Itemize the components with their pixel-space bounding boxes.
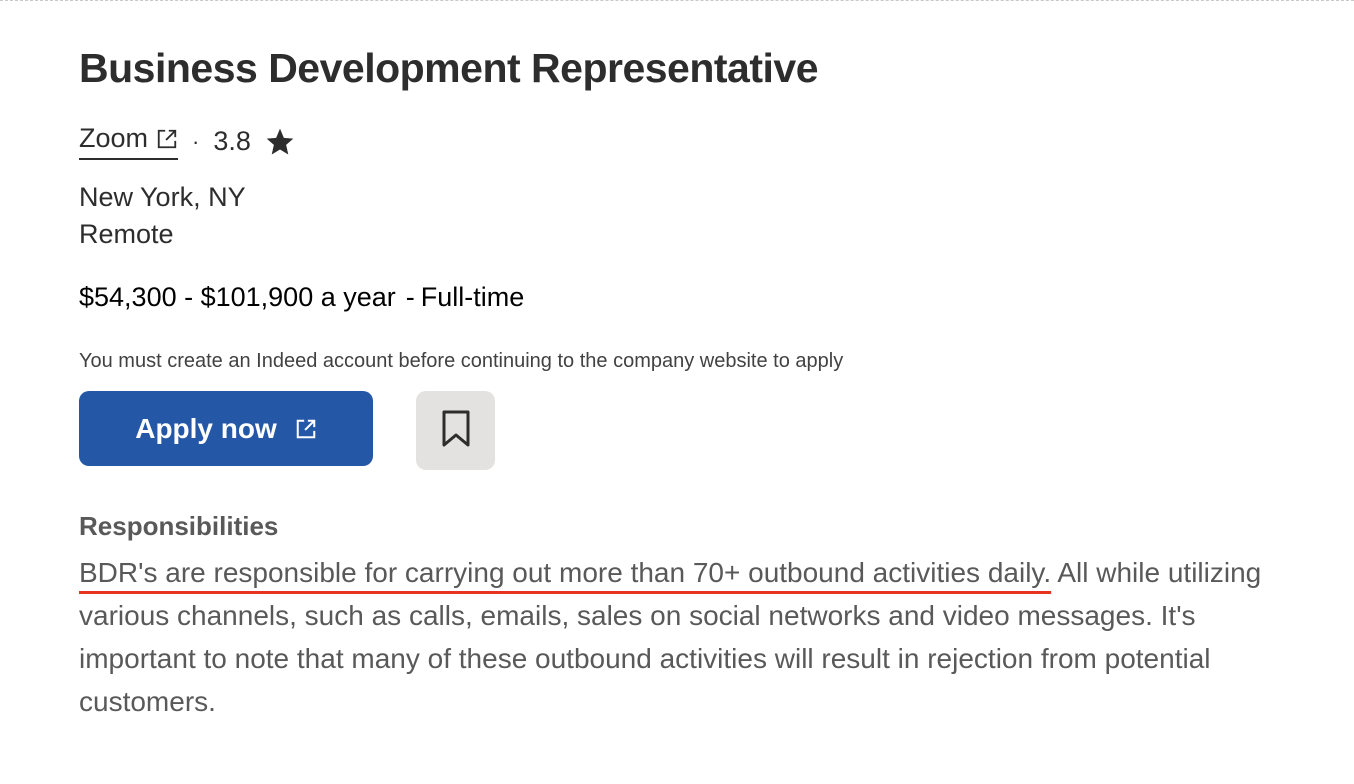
- work-type: Remote: [79, 219, 174, 249]
- highlighted-sentence: BDR's are responsible for carrying out m…: [79, 557, 1052, 588]
- company-name: Zoom: [79, 123, 149, 153]
- star-icon: [263, 126, 297, 158]
- employment-type: Full-time: [420, 282, 525, 312]
- save-job-button[interactable]: [416, 391, 495, 470]
- responsibilities-text: BDR's are responsible for carrying out m…: [79, 551, 1319, 723]
- job-location-block: New York, NY Remote: [79, 179, 246, 253]
- account-notice: You must create an Indeed account before…: [79, 350, 844, 372]
- responsibilities-heading: Responsibilities: [79, 511, 279, 541]
- employment-separator: -: [405, 282, 415, 312]
- job-details-panel: Business Development Representative Zoom…: [0, 0, 1354, 784]
- salary: $54,300 - $101,900 a year: [79, 282, 396, 312]
- company-link[interactable]: Zoom: [79, 123, 179, 160]
- rating-separator: ·: [192, 128, 200, 154]
- apply-now-label: Apply now: [135, 412, 277, 444]
- salary-row: $54,300 - $101,900 a year - Full-time: [79, 282, 524, 313]
- external-link-icon: [156, 128, 178, 150]
- bookmark-icon: [441, 410, 471, 451]
- job-location: New York, NY: [79, 182, 246, 212]
- job-title: Business Development Representative: [79, 45, 819, 91]
- company-rating: 3.8: [213, 126, 251, 156]
- apply-now-button[interactable]: Apply now: [79, 391, 373, 466]
- company-rating-row: Zoom · 3.8: [79, 123, 297, 160]
- external-link-icon: [295, 418, 317, 440]
